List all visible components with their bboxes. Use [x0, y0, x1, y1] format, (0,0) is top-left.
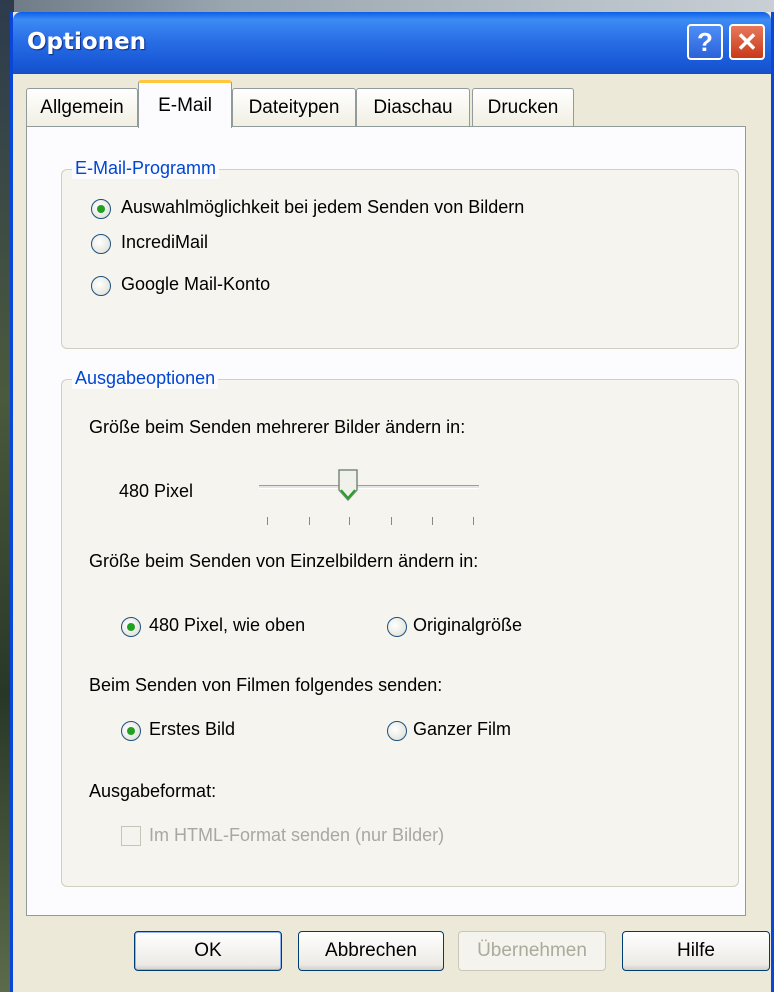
title-bar[interactable]: Optionen ? ✕ — [13, 12, 771, 74]
size-slider-track[interactable] — [259, 485, 479, 489]
tab-allgemein[interactable]: Allgemein — [26, 88, 138, 126]
slider-tick — [267, 517, 268, 525]
email-program-group-title: E-Mail-Programm — [72, 158, 220, 179]
movies-label: Beim Senden von Filmen folgendes senden: — [89, 675, 443, 695]
slider-tick — [473, 517, 474, 525]
tab-dateitypen[interactable]: Dateitypen — [232, 88, 356, 126]
radio-incredimail-label: IncrediMail — [121, 232, 209, 252]
single-resize-label: Größe beim Senden von Einzelbildern ände… — [89, 551, 479, 571]
tab-diaschau[interactable]: Diaschau — [356, 88, 470, 126]
help-button[interactable]: Hilfe — [622, 931, 770, 971]
radio-google-mail-label: Google Mail-Konto — [121, 274, 271, 294]
output-format-label: Ausgabeformat: — [89, 781, 217, 801]
multi-resize-label: Größe beim Senden mehrerer Bilder ändern… — [89, 417, 466, 437]
output-options-group-title: Ausgabeoptionen — [72, 368, 219, 389]
cancel-button[interactable]: Abbrechen — [298, 931, 444, 971]
radio-erstes-bild[interactable] — [121, 721, 141, 741]
radio-erstes-bild-label: Erstes Bild — [149, 719, 236, 739]
ok-button[interactable]: OK — [134, 931, 282, 971]
radio-incredimail[interactable] — [91, 234, 111, 254]
size-slider-thumb[interactable] — [337, 468, 359, 502]
help-icon[interactable]: ? — [687, 24, 723, 60]
window-title: Optionen — [27, 29, 147, 55]
slider-tick — [349, 517, 350, 525]
slider-tick — [391, 517, 392, 525]
slider-tick — [432, 517, 433, 525]
radio-480-pixel-label: 480 Pixel, wie oben — [149, 615, 306, 635]
radio-google-mail[interactable] — [91, 276, 111, 296]
slider-tick — [309, 517, 310, 525]
radio-originalgroesse[interactable] — [387, 617, 407, 637]
html-format-checkbox[interactable] — [121, 826, 141, 846]
apply-button[interactable]: Übernehmen — [458, 931, 606, 971]
tab-panel-email: E-Mail-Programm Auswahlmöglichkeit bei j… — [26, 126, 746, 916]
tab-drucken[interactable]: Drucken — [472, 88, 574, 126]
radio-ganzer-film-label: Ganzer Film — [413, 719, 512, 739]
email-program-group: E-Mail-Programm — [61, 158, 739, 349]
radio-480-pixel[interactable] — [121, 617, 141, 637]
radio-auswahl[interactable] — [91, 199, 111, 219]
slider-value-label: 480 Pixel — [119, 481, 194, 501]
html-format-checkbox-label: Im HTML-Format senden (nur Bilder) — [149, 825, 445, 845]
radio-auswahl-label: Auswahlmöglichkeit bei jedem Senden von … — [121, 197, 525, 217]
close-icon[interactable]: ✕ — [729, 24, 765, 60]
radio-ganzer-film[interactable] — [387, 721, 407, 741]
tab-email[interactable]: E-Mail — [138, 80, 232, 128]
radio-originalgroesse-label: Originalgröße — [413, 615, 523, 635]
